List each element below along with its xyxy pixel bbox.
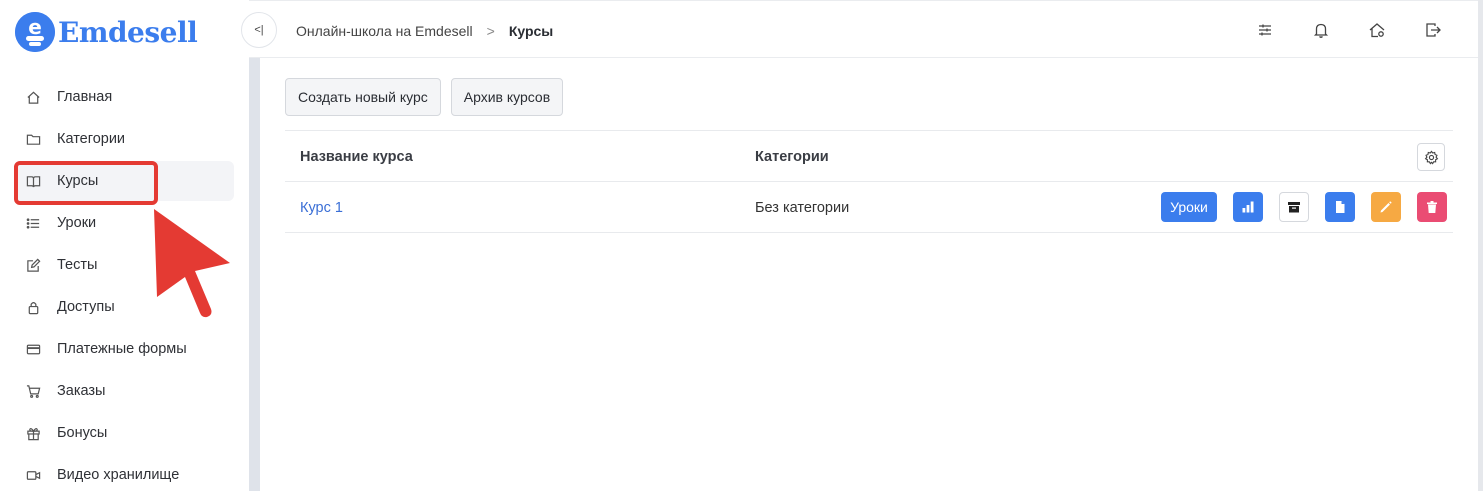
bar-chart-icon bbox=[1242, 201, 1254, 213]
breadcrumb-parent[interactable]: Онлайн-школа на Emdesell bbox=[296, 23, 473, 39]
book-icon bbox=[26, 175, 41, 187]
bell-icon[interactable] bbox=[1312, 21, 1330, 39]
sidebar-item-label: Главная bbox=[57, 89, 113, 105]
lessons-button[interactable]: Уроки bbox=[1161, 192, 1217, 222]
logo-mark: e bbox=[15, 12, 55, 52]
sidebar-item-label: Бонусы bbox=[57, 425, 108, 441]
chevron-right-icon: > bbox=[486, 23, 495, 39]
logout-icon[interactable] bbox=[1424, 21, 1442, 39]
create-course-button[interactable]: Создать новый курс bbox=[285, 78, 441, 116]
breadcrumb: Онлайн-школа на Emdesell > Курсы bbox=[296, 23, 553, 39]
edit-icon bbox=[27, 258, 41, 272]
statistics-button[interactable] bbox=[1233, 192, 1263, 222]
delete-button[interactable] bbox=[1417, 192, 1447, 222]
home-icon bbox=[27, 91, 40, 104]
archive-button[interactable] bbox=[1279, 192, 1309, 222]
row-actions: Уроки bbox=[1161, 192, 1447, 222]
sidebar-item-orders[interactable]: Заказы bbox=[14, 371, 234, 411]
archive-box-icon bbox=[1288, 202, 1300, 213]
scrollbar[interactable] bbox=[1478, 0, 1483, 491]
document-icon bbox=[1336, 201, 1345, 213]
column-header-name: Название курса bbox=[300, 149, 413, 165]
trash-icon bbox=[1427, 201, 1437, 213]
gift-icon bbox=[27, 427, 40, 440]
sidebar-item-label: Категории bbox=[57, 131, 126, 147]
table-settings-button[interactable] bbox=[1417, 143, 1445, 171]
top-header: <| Онлайн-школа на Emdesell > Курсы bbox=[241, 0, 1478, 58]
sidebar-item-label: Заказы bbox=[57, 383, 106, 399]
sidebar-item-courses[interactable]: Курсы bbox=[14, 161, 234, 201]
logo-text: Emdesell bbox=[58, 15, 198, 49]
toolbar: Создать новый курс Архив курсов bbox=[285, 78, 1453, 116]
sidebar: e Emdesell Главная Категории Курсы Уроки… bbox=[0, 0, 249, 491]
sidebar-item-label: Тесты bbox=[57, 257, 98, 273]
sidebar-item-label: Видео хранилище bbox=[57, 467, 180, 483]
logo-mark-letter: e bbox=[28, 15, 42, 39]
credit-card-icon bbox=[26, 344, 41, 354]
logo[interactable]: e Emdesell bbox=[15, 12, 198, 52]
sidebar-item-payment-forms[interactable]: Платежные формы bbox=[14, 329, 234, 369]
course-archive-button[interactable]: Архив курсов bbox=[450, 78, 564, 116]
sidebar-item-categories[interactable]: Категории bbox=[14, 119, 234, 159]
column-header-categories: Категории bbox=[755, 149, 829, 165]
home-settings-icon[interactable] bbox=[1368, 21, 1386, 39]
pointer-arrow-icon bbox=[154, 209, 230, 318]
edit-button[interactable] bbox=[1371, 192, 1401, 222]
sidebar-item-label: Доступы bbox=[57, 299, 115, 315]
document-button[interactable] bbox=[1325, 192, 1355, 222]
sidebar-item-label: Уроки bbox=[57, 215, 97, 231]
sidebar-item-home[interactable]: Главная bbox=[14, 77, 234, 117]
courses-table: Название курса Категории Курс 1 Без кате… bbox=[285, 130, 1453, 233]
collapse-sidebar-button[interactable]: <| bbox=[241, 12, 277, 48]
list-icon bbox=[26, 217, 40, 229]
sidebar-item-label: Курсы bbox=[57, 173, 99, 189]
header-actions bbox=[1256, 21, 1442, 39]
sidebar-item-bonuses[interactable]: Бонусы bbox=[14, 413, 234, 453]
breadcrumb-current: Курсы bbox=[508, 23, 554, 39]
table-row: Курс 1 Без категории Уроки bbox=[285, 182, 1453, 233]
sliders-icon[interactable] bbox=[1256, 21, 1274, 39]
collapse-icon: <| bbox=[254, 24, 264, 36]
cart-icon bbox=[26, 384, 41, 398]
gear-icon bbox=[1424, 149, 1438, 165]
course-category: Без категории bbox=[755, 200, 850, 216]
sidebar-item-label: Платежные формы bbox=[57, 341, 187, 357]
course-name-link[interactable]: Курс 1 bbox=[300, 200, 343, 216]
pencil-icon bbox=[1380, 201, 1392, 213]
video-icon bbox=[26, 470, 41, 480]
lock-icon bbox=[28, 301, 39, 314]
folder-icon bbox=[26, 134, 41, 145]
table-header: Название курса Категории bbox=[285, 130, 1453, 182]
sidebar-divider bbox=[249, 58, 260, 491]
sidebar-item-video-storage[interactable]: Видео хранилище bbox=[14, 455, 234, 491]
